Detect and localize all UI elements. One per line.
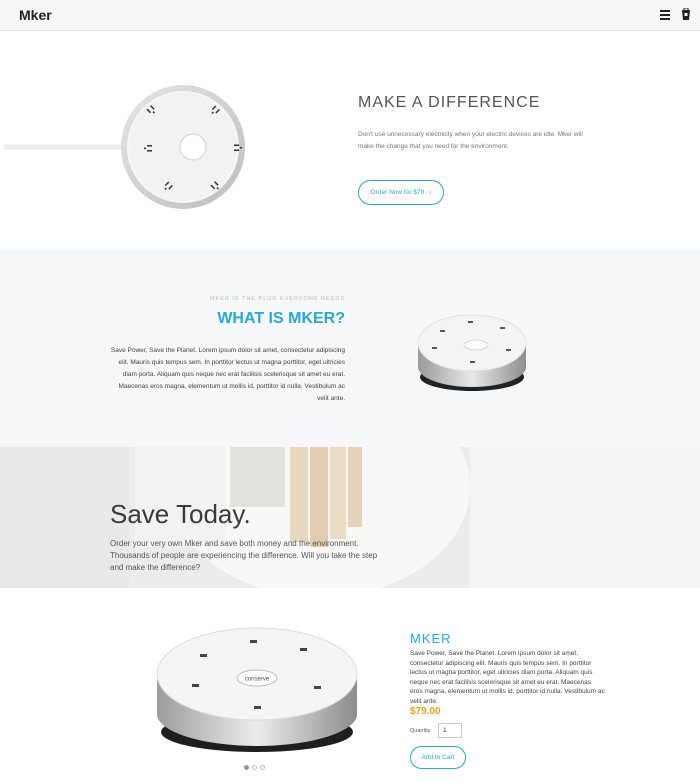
- power-outlet-image: [4, 85, 245, 209]
- hamburger-icon[interactable]: [660, 10, 670, 20]
- order-now-button[interactable]: Order Now for $79 ›: [358, 180, 444, 205]
- save-description: Order your very own Mker and save both m…: [110, 539, 378, 572]
- brand-logo[interactable]: Mker: [19, 7, 52, 23]
- carousel-dots: [244, 765, 265, 770]
- section-title: WHAT IS MKER?: [217, 310, 345, 327]
- product-section: conserve MKER Save Power, Save the Plane…: [0, 588, 700, 783]
- hero-title: MAKE A DIFFERENCE: [358, 94, 541, 111]
- carousel-dot[interactable]: [252, 765, 257, 770]
- site-header: Mker: [0, 0, 700, 31]
- carousel-dot[interactable]: [260, 765, 265, 770]
- hero-description: Don't use unnecessary electricity when y…: [358, 131, 583, 150]
- what-is-section: MKER IS THE PLUG EVERYONE NEEDS WHAT IS …: [0, 249, 700, 447]
- section-description: Save Power, Save the Planet. Lorem ipsum…: [110, 347, 345, 402]
- quantity-input[interactable]: [438, 723, 462, 738]
- hero-section: MAKE A DIFFERENCE Don't use unnecessary …: [0, 31, 700, 249]
- product-name: MKER: [410, 631, 452, 646]
- save-today-banner: Save Today. Order your very own Mker and…: [0, 447, 700, 588]
- cart-icon[interactable]: [681, 8, 691, 21]
- chevron-right-icon: ›: [429, 189, 432, 196]
- section-eyebrow: MKER IS THE PLUG EVERYONE NEEDS: [209, 296, 345, 302]
- product-brand-mark: conserve: [245, 677, 270, 683]
- product-image: conserve: [156, 627, 358, 752]
- power-outlet-side-image: [417, 314, 527, 391]
- carousel-dot[interactable]: [244, 765, 249, 770]
- order-now-label: Order Now for $79: [370, 189, 425, 196]
- add-to-cart-button[interactable]: Add to Cart: [410, 746, 466, 769]
- product-price: $79.00: [410, 706, 441, 717]
- save-title: Save Today.: [110, 499, 251, 529]
- product-description: Save Power, Save the Planet. Lorem ipsum…: [410, 650, 605, 705]
- quantity-label: Quantity: [410, 728, 431, 734]
